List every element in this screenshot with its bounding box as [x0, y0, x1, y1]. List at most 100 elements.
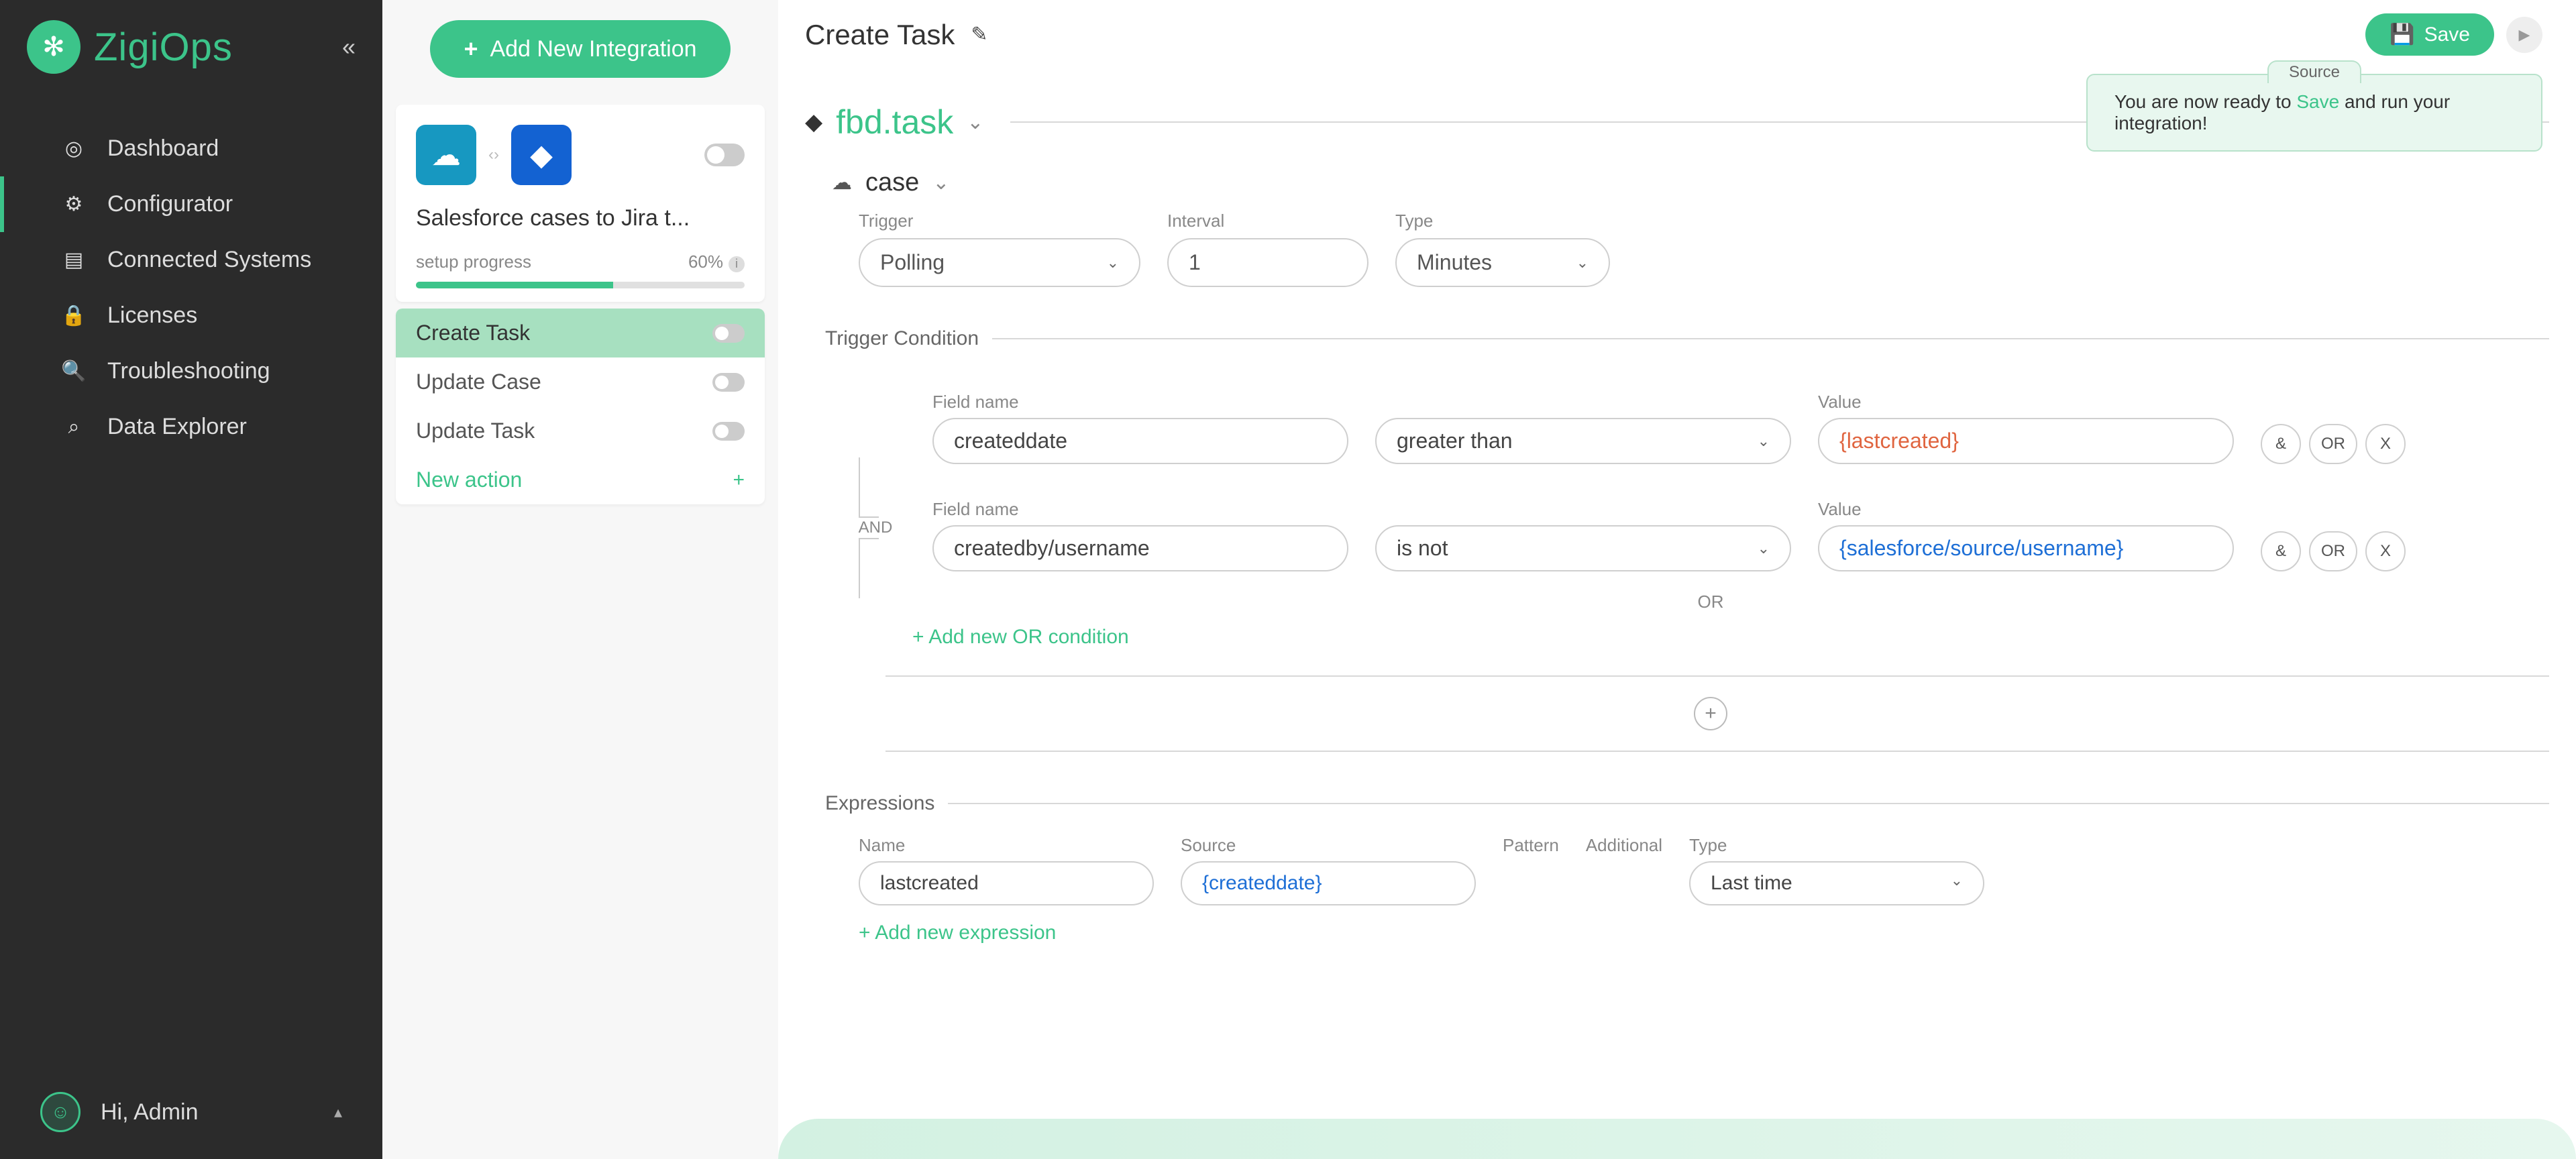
condition-ops: & OR X [2261, 531, 2406, 571]
operator-value: greater than [1397, 429, 1513, 453]
operator-select[interactable]: is not⌄ [1375, 525, 1791, 571]
nav-data-explorer[interactable]: ⌕Data Explorer [0, 399, 382, 455]
col-source: Source [1181, 835, 1476, 856]
integration-toggle[interactable] [704, 144, 745, 166]
gear-icon: ⚙ [60, 192, 87, 216]
expr-name-input[interactable]: lastcreated [859, 861, 1154, 905]
type-value: Minutes [1417, 250, 1492, 275]
type-label: Type [1395, 211, 1610, 231]
avatar-icon: ☺ [40, 1092, 80, 1132]
remove-button[interactable]: X [2365, 531, 2406, 571]
and-button[interactable]: & [2261, 424, 2301, 464]
chevron-down-icon: ⌄ [1758, 540, 1770, 557]
expr-source-input[interactable]: {createddate} [1181, 861, 1476, 905]
page-title: Create Task [805, 19, 955, 51]
systems-icon: ▤ [60, 248, 87, 272]
or-button[interactable]: OR [2309, 531, 2357, 571]
add-expression-button[interactable]: + Add new expression [859, 922, 2576, 944]
col-pattern: Pattern [1503, 835, 1559, 856]
footer-decoration [778, 1119, 2576, 1159]
interval-value: 1 [1189, 250, 1201, 275]
add-condition-group[interactable]: + [845, 697, 2576, 730]
nav-label: Licenses [107, 302, 197, 329]
user-menu[interactable]: ☺ Hi, Admin ▴ [0, 1065, 382, 1159]
add-integration-button[interactable]: +Add New Integration [430, 20, 730, 78]
sidebar: ✻ ZigiOps « ◎Dashboard ⚙Configurator ▤Co… [0, 0, 382, 1159]
progress-value: 60% [688, 252, 723, 272]
nav-troubleshooting[interactable]: 🔍 Troubleshooting [0, 343, 382, 399]
interval-input[interactable]: 1 [1167, 238, 1368, 287]
entity-row[interactable]: ☁ case ⌄ [832, 168, 2576, 197]
new-action-button[interactable]: New action + [396, 455, 765, 504]
action-create-task[interactable]: Create Task [396, 309, 765, 357]
search-icon: 🔍 [60, 360, 87, 383]
action-list: Create Task Update Case Update Task New … [396, 309, 765, 504]
action-update-task[interactable]: Update Task [396, 406, 765, 455]
nav-configurator[interactable]: ⚙Configurator [0, 176, 382, 232]
save-label: Save [2424, 23, 2470, 46]
nav-label: Connected Systems [107, 247, 311, 273]
value-label: Value [1818, 392, 2234, 412]
action-toggle[interactable] [712, 422, 745, 441]
gauge-icon: ◎ [60, 137, 87, 160]
progress-fill [416, 282, 613, 288]
jira-icon: ◆ [511, 125, 572, 185]
col-name: Name [859, 835, 1154, 856]
value-input[interactable]: {salesforce/source/username} [1818, 525, 2234, 571]
value-input[interactable]: {lastcreated} [1818, 418, 2234, 464]
nav-connected-systems[interactable]: ▤ Connected Systems [0, 232, 382, 288]
integration-card[interactable]: ☁ ‹› ◆ Salesforce cases to Jira t... set… [396, 105, 765, 302]
bidirectional-icon: ‹› [488, 146, 499, 164]
trigger-select[interactable]: Polling ⌄ [859, 238, 1140, 287]
remove-button[interactable]: X [2365, 424, 2406, 464]
field-label: Field name [932, 392, 1348, 412]
nav-dashboard[interactable]: ◎ Dashboard [0, 121, 382, 176]
crumb-text[interactable]: fbd.task [836, 103, 953, 142]
field-input[interactable]: createddate [932, 418, 1348, 464]
nav-licenses[interactable]: 🔒Licenses [0, 288, 382, 343]
run-button[interactable]: ▶ [2506, 17, 2542, 53]
main-content: Create Task ✎ 💾Save ▶ Source You are now… [778, 0, 2576, 1159]
cloud-icon: ☁ [832, 171, 852, 195]
trigger-condition-heading: Trigger Condition [825, 327, 2576, 350]
save-button[interactable]: 💾Save [2365, 13, 2494, 56]
action-toggle[interactable] [712, 324, 745, 343]
field-input[interactable]: createdby/username [932, 525, 1348, 571]
progress-row: setup progress 60%i [416, 252, 745, 272]
action-toggle[interactable] [712, 373, 745, 392]
action-update-case[interactable]: Update Case [396, 357, 765, 406]
diamond-icon: ◆ [805, 109, 822, 135]
tooltip-tab: Source [2267, 60, 2361, 83]
plus-icon: + [464, 35, 478, 63]
expr-type-select[interactable]: Last time⌄ [1689, 861, 1984, 905]
brand-name: ZigiOps [94, 25, 233, 70]
trigger-label: Trigger [859, 211, 1140, 231]
chevron-down-icon[interactable]: ⌄ [967, 111, 983, 134]
info-icon[interactable]: i [729, 256, 745, 272]
chevron-down-icon[interactable]: ⌄ [932, 171, 949, 195]
or-button[interactable]: OR [2309, 424, 2357, 464]
operator-select[interactable]: greater than⌄ [1375, 418, 1791, 464]
chevron-down-icon: ⌄ [1107, 254, 1119, 272]
edit-icon[interactable]: ✎ [971, 23, 987, 46]
value-label: Value [1818, 499, 2234, 520]
nav-label: Troubleshooting [107, 358, 270, 384]
interval-label: Interval [1167, 211, 1368, 231]
or-divider: OR [845, 592, 2576, 612]
and-button[interactable]: & [2261, 531, 2301, 571]
collapse-sidebar-icon[interactable]: « [342, 33, 356, 61]
main-header: Create Task ✎ 💾Save ▶ [805, 13, 2576, 56]
plus-icon: + [733, 469, 745, 492]
new-action-label: New action [416, 467, 522, 492]
tooltip-save-word: Save [2296, 91, 2339, 112]
trigger-condition-label: Trigger Condition [825, 327, 979, 350]
nav-label: Dashboard [107, 135, 219, 162]
expressions-heading: Expressions [825, 792, 2576, 815]
trigger-row: Trigger Polling ⌄ Interval 1 Type Minutes… [859, 211, 2576, 287]
col-type: Type [1689, 835, 1984, 856]
and-label: AND [859, 518, 893, 537]
trigger-value: Polling [880, 250, 945, 275]
divider [885, 675, 2549, 677]
type-select[interactable]: Minutes⌄ [1395, 238, 1610, 287]
add-or-condition[interactable]: + Add new OR condition [912, 626, 2576, 649]
